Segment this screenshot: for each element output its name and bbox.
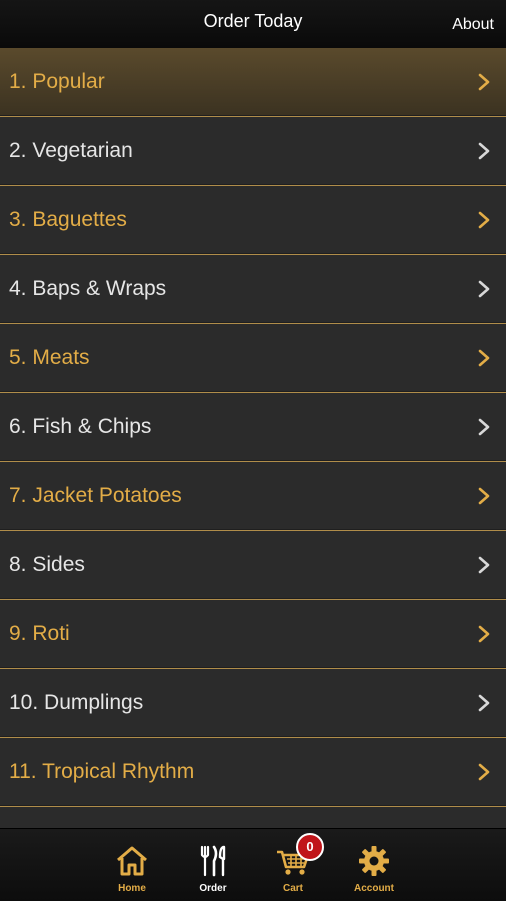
category-item-tropical-rhythm[interactable]: 11. Tropical Rhythm xyxy=(0,738,506,807)
chevron-right-icon xyxy=(478,763,490,781)
category-list: 1. Popular 2. Vegetarian 3. Baguettes 4.… xyxy=(0,48,506,807)
category-label: 2. Vegetarian xyxy=(9,139,133,162)
tab-home[interactable]: Home xyxy=(97,829,167,901)
chevron-right-icon xyxy=(478,487,490,505)
page-title: Order Today xyxy=(203,11,303,31)
chevron-right-icon xyxy=(478,211,490,229)
chevron-right-icon xyxy=(478,694,490,712)
cutlery-icon xyxy=(200,845,226,877)
category-label: 7. Jacket Potatoes xyxy=(9,484,182,507)
category-label: 3. Baguettes xyxy=(9,208,127,231)
chevron-right-icon xyxy=(478,418,490,436)
gear-icon xyxy=(359,846,389,876)
category-label: 11. Tropical Rhythm xyxy=(9,760,195,783)
category-label: 1. Popular xyxy=(9,70,105,93)
cart-count-badge: 0 xyxy=(296,833,324,861)
tab-account[interactable]: Account xyxy=(339,829,409,901)
category-label: 6. Fish & Chips xyxy=(9,415,152,438)
category-label: 5. Meats xyxy=(9,346,90,369)
category-item-jacket-potatoes[interactable]: 7. Jacket Potatoes xyxy=(0,462,506,531)
chevron-right-icon xyxy=(478,349,490,367)
list-item-partial xyxy=(0,808,506,828)
tab-label: Home xyxy=(118,883,146,894)
category-item-sides[interactable]: 8. Sides xyxy=(0,531,506,600)
category-item-baps-wraps[interactable]: 4. Baps & Wraps xyxy=(0,255,506,324)
category-item-roti[interactable]: 9. Roti xyxy=(0,600,506,669)
tab-label: Order xyxy=(199,883,227,894)
home-icon xyxy=(117,846,147,876)
category-label: 4. Baps & Wraps xyxy=(9,277,167,300)
category-item-fish-chips[interactable]: 6. Fish & Chips xyxy=(0,393,506,462)
category-item-popular[interactable]: 1. Popular xyxy=(0,48,506,117)
bottom-tab-bar: Home Order 0 Cart Account xyxy=(0,828,506,901)
category-label: 10. Dumplings xyxy=(9,691,144,714)
tab-label: Cart xyxy=(282,883,303,894)
tab-cart[interactable]: 0 Cart xyxy=(258,829,328,901)
chevron-right-icon xyxy=(478,625,490,643)
top-bar: Order Today About xyxy=(0,0,506,49)
chevron-right-icon xyxy=(478,280,490,298)
chevron-right-icon xyxy=(478,556,490,574)
about-button[interactable]: About xyxy=(452,16,494,34)
category-label: 8. Sides xyxy=(9,553,85,576)
category-label: 9. Roti xyxy=(9,622,70,645)
tab-order[interactable]: Order xyxy=(178,829,248,901)
chevron-right-icon xyxy=(478,73,490,91)
category-item-vegetarian[interactable]: 2. Vegetarian xyxy=(0,117,506,186)
tab-label: Account xyxy=(354,883,394,894)
category-item-dumplings[interactable]: 10. Dumplings xyxy=(0,669,506,738)
category-item-baguettes[interactable]: 3. Baguettes xyxy=(0,186,506,255)
chevron-right-icon xyxy=(478,142,490,160)
category-item-meats[interactable]: 5. Meats xyxy=(0,324,506,393)
